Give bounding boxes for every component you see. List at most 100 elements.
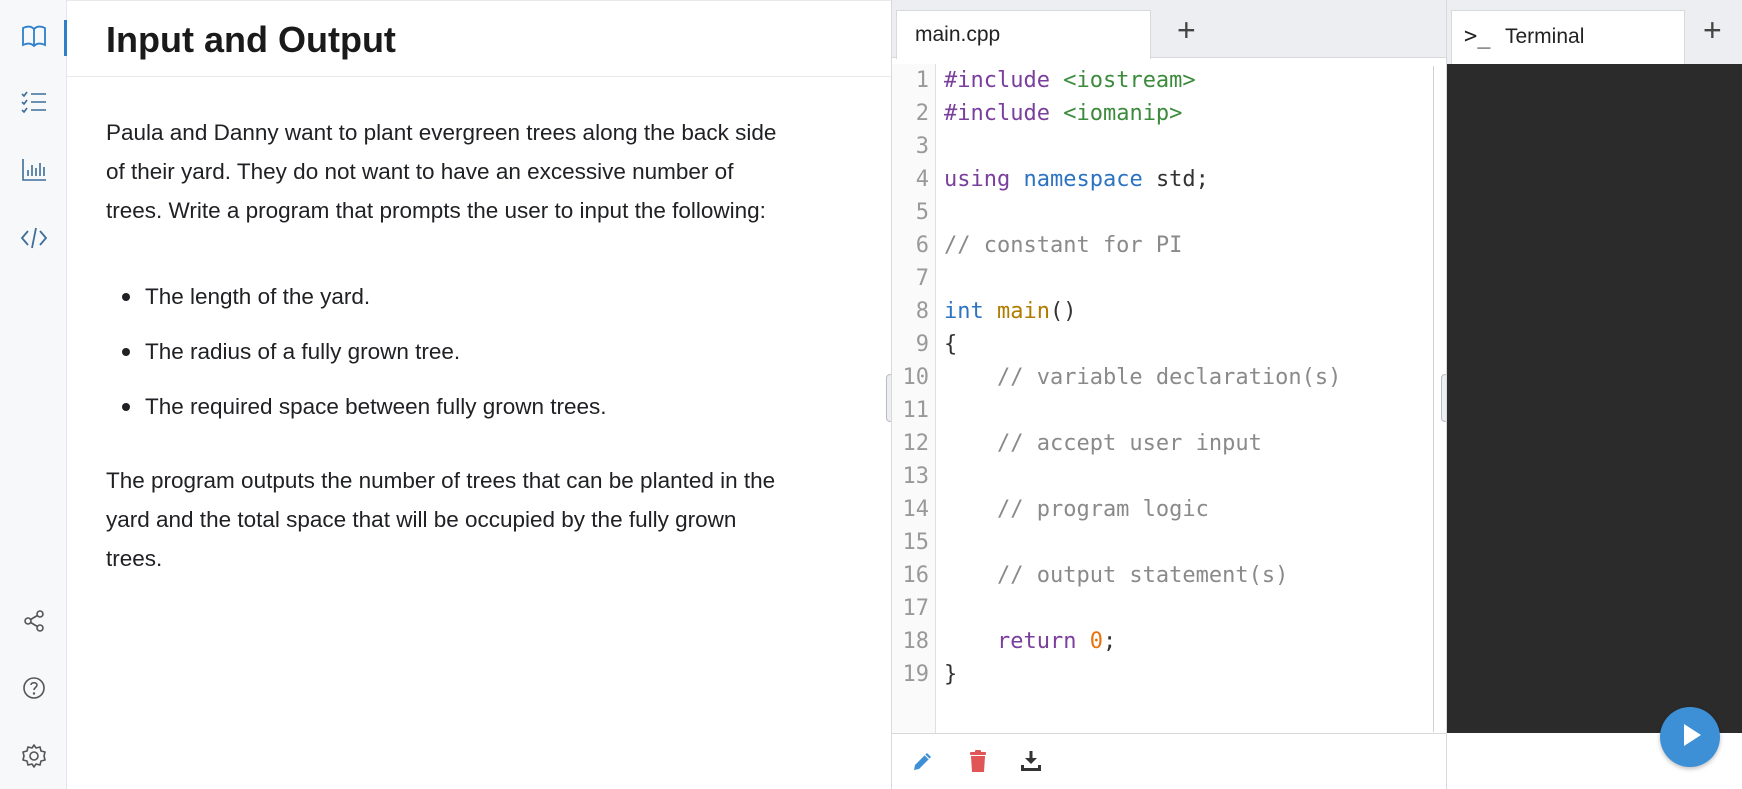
code-token: using: [944, 167, 1024, 192]
code-line: return 0;: [944, 625, 1116, 658]
code-token: return: [944, 629, 1090, 654]
terminal-prompt-icon: >_: [1464, 24, 1491, 49]
editor-toolbar: [892, 733, 1447, 789]
line-number: 1: [915, 68, 929, 93]
code-token: <iomanip>: [1063, 101, 1183, 126]
line-number: 19: [902, 662, 930, 687]
terminal-tabbar: >_ Terminal +: [1447, 0, 1742, 64]
line-number: 8: [915, 299, 929, 324]
line-number: 9: [915, 332, 929, 357]
line-number-gutter: 1 2 3 4 5 6 7 8 9 10 11 12 13 14 15 16 17 18 19: [892, 64, 936, 734]
checklist-icon: [19, 87, 49, 122]
play-icon: [1673, 718, 1707, 757]
help-icon: [19, 673, 49, 708]
bar-chart-icon: [19, 155, 49, 190]
code-token: ;: [1102, 629, 1117, 654]
line-number: 3: [915, 134, 929, 159]
outro-line: trees.: [106, 546, 163, 571]
code-line: #include <iostream>: [944, 64, 1196, 97]
line-number: 17: [902, 596, 930, 621]
code-editor-panel: main.cpp + 1 2 3 4 5 6 7 8 9 10 11 12 13 14 15 16 17 18 19…: [891, 0, 1447, 789]
code-token: {: [944, 332, 958, 357]
line-number: 18: [902, 629, 930, 654]
sidebar-item-share[interactable]: [0, 593, 67, 653]
terminal-tab-label: Terminal: [1505, 25, 1585, 48]
list-item: The radius of a fully grown tree.: [106, 324, 866, 379]
editor-tabbar: main.cpp +: [892, 0, 1447, 59]
code-line: // accept user input: [944, 427, 1262, 460]
line-number: 10: [902, 365, 930, 390]
code-line: // program logic: [944, 493, 1209, 526]
line-number: 14: [902, 497, 930, 522]
sidebar-item-stats[interactable]: [0, 142, 67, 202]
line-number: 2: [915, 101, 929, 126]
intro-line: trees. Write a program that prompts the …: [106, 198, 766, 223]
code-line: int main(): [944, 295, 1076, 328]
line-number: 12: [902, 431, 930, 456]
intro-line: of their yard. They do not want to have …: [106, 159, 734, 184]
editor-scroll-edge: [1433, 66, 1434, 732]
sidebar-item-checklist[interactable]: [0, 74, 67, 134]
code-token: int: [944, 299, 997, 324]
intro-line: Paula and Danny want to plant evergreen …: [106, 120, 777, 145]
sidebar-item-settings[interactable]: [0, 728, 67, 788]
list-item: The required space between fully grown t…: [106, 379, 866, 434]
list-item: The length of the yard.: [106, 269, 866, 324]
line-number: 6: [915, 233, 929, 258]
code-token: 0: [1089, 629, 1103, 654]
tab-main-cpp[interactable]: main.cpp: [896, 10, 1151, 59]
line-number: 16: [902, 563, 930, 588]
code-line: #include <iomanip>: [944, 97, 1182, 130]
code-token: main: [996, 299, 1050, 324]
outro-paragraph: The program outputs the number of trees …: [106, 461, 866, 578]
tab-terminal[interactable]: >_ Terminal: [1451, 10, 1685, 64]
line-number: 4: [915, 167, 929, 192]
download-icon[interactable]: [1018, 748, 1044, 774]
code-token: #include: [944, 68, 1064, 93]
settings-icon: [19, 741, 49, 776]
sidebar-item-guide[interactable]: [0, 8, 67, 68]
add-file-tab-button[interactable]: +: [1177, 14, 1196, 46]
run-button[interactable]: [1660, 707, 1720, 767]
sidebar-item-code[interactable]: [0, 210, 67, 270]
code-token: // constant for PI: [944, 233, 1183, 258]
share-icon: [19, 606, 49, 641]
line-number: 11: [902, 398, 930, 423]
code-line: // output statement(s): [944, 559, 1288, 592]
code-token: (): [1049, 299, 1077, 324]
intro-paragraph: Paula and Danny want to plant evergreen …: [106, 113, 866, 230]
code-token: // program logic: [944, 497, 1209, 522]
tab-label: main.cpp: [915, 23, 1001, 46]
sidebar-item-help[interactable]: [0, 660, 67, 720]
code-token: std;: [1155, 167, 1209, 192]
code-token: <iostream>: [1063, 68, 1196, 93]
code-token: namespace: [1023, 167, 1156, 192]
code-token: }: [944, 662, 958, 687]
code-icon: [19, 223, 49, 258]
line-number: 15: [902, 530, 930, 555]
code-line: {: [944, 328, 957, 361]
guide-panel: Input and Output Paula and Danny want to…: [67, 0, 891, 789]
code-line: }: [944, 658, 957, 691]
code-token: // output statement(s): [944, 563, 1289, 588]
outro-line: yard and the total space that will be oc…: [106, 507, 737, 532]
guide-header: Input and Output: [67, 1, 891, 77]
pencil-icon[interactable]: [910, 748, 936, 774]
code-token: // accept user input: [944, 431, 1262, 456]
terminal-panel: >_ Terminal +: [1446, 0, 1742, 789]
book-icon: [19, 21, 49, 56]
outro-line: The program outputs the number of trees …: [106, 468, 776, 493]
line-number: 5: [915, 200, 929, 225]
page-title: Input and Output: [106, 19, 396, 60]
trash-icon[interactable]: [965, 748, 991, 774]
code-line: // variable declaration(s): [944, 361, 1341, 394]
code-token: #include: [944, 101, 1064, 126]
terminal-screen[interactable]: [1447, 64, 1742, 733]
code-area[interactable]: 1 2 3 4 5 6 7 8 9 10 11 12 13 14 15 16 17 18 19 #include <…: [892, 64, 1447, 734]
line-number: 13: [902, 464, 930, 489]
add-terminal-button[interactable]: +: [1703, 14, 1722, 46]
code-line: using namespace std;: [944, 163, 1209, 196]
code-line: // constant for PI: [944, 229, 1182, 262]
sidebar-rail: [0, 0, 67, 789]
line-number: 7: [915, 266, 929, 291]
